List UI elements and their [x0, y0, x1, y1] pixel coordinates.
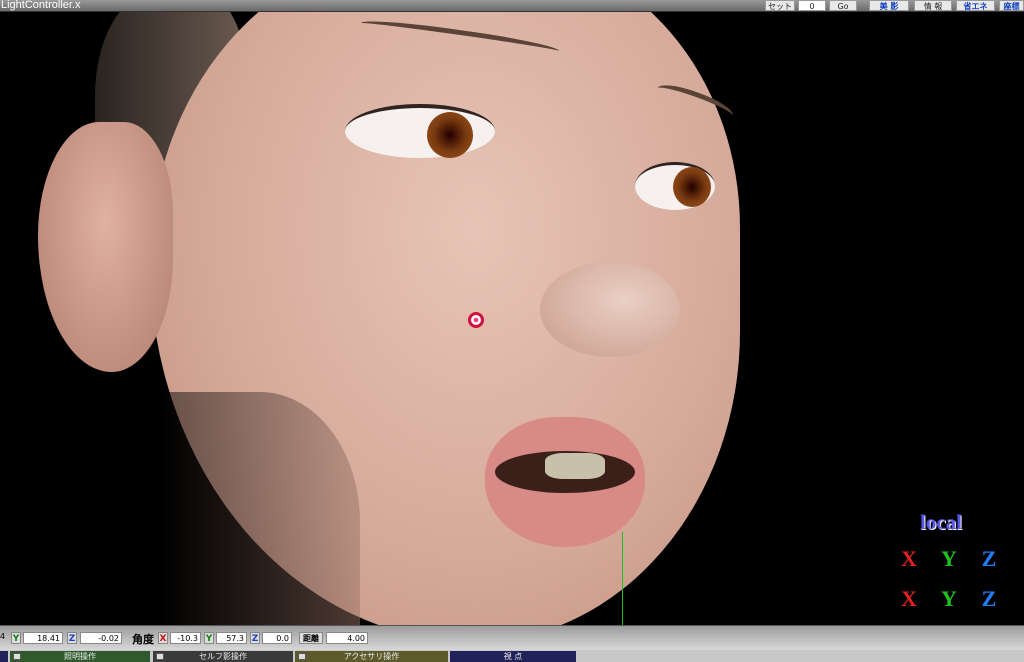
move-x-button[interactable]: X	[892, 585, 926, 613]
panel-tabs: 照明操作 セルフ影操作 アクセサリ操作 視 点	[0, 650, 1024, 662]
3d-viewport[interactable]: local X Y Z X Y Z	[0, 12, 1024, 625]
angle-x-input[interactable]: -10.3	[170, 632, 201, 644]
angle-x-label: X	[158, 632, 168, 644]
distance-input[interactable]: 4.00	[326, 632, 368, 644]
angle-z-input[interactable]: 0.0	[262, 632, 292, 644]
pos-z-label: Z	[67, 632, 77, 644]
window-title: LightController.x	[1, 0, 81, 11]
rotate-z-button[interactable]: Z	[972, 545, 1006, 573]
angle-z-label: Z	[250, 632, 260, 644]
pos-y-label: Y	[11, 632, 21, 644]
title-bar: LightController.x セット 0 Go 美 影 情 報 省エネ 座…	[0, 0, 1024, 12]
move-z-button[interactable]: Z	[972, 585, 1006, 613]
ear	[38, 122, 173, 372]
rotate-x-button[interactable]: X	[892, 545, 926, 573]
light-parameters-bar: 4 Y 18.41 Z -0.02 角度 X -10.3 Y 57.3 Z 0.…	[0, 625, 1024, 650]
lighting-panel-tab[interactable]: 照明操作	[10, 651, 150, 662]
nose	[540, 262, 680, 357]
bikage-button[interactable]: 美 影	[869, 0, 909, 11]
tab-label: 視 点	[503, 652, 523, 661]
self-shadow-panel-tab[interactable]: セルフ影操作	[153, 651, 293, 662]
local-mode-label[interactable]: local	[920, 510, 962, 535]
info-button[interactable]: 情 報	[914, 0, 952, 11]
minimize-icon[interactable]	[13, 653, 21, 660]
viewpoint-panel-tab[interactable]: 視 点	[450, 651, 576, 662]
panel-edge	[0, 651, 8, 662]
tab-label: 照明操作	[64, 652, 96, 661]
set-button[interactable]: セット	[765, 0, 795, 11]
rotate-y-button[interactable]: Y	[932, 545, 966, 573]
pos-y-input[interactable]: 18.41	[23, 632, 63, 644]
eco-button[interactable]: 省エネ	[956, 0, 995, 11]
minimize-icon[interactable]	[156, 653, 164, 660]
axis-line	[622, 532, 623, 625]
accessory-panel-tab[interactable]: アクセサリ操作	[295, 651, 448, 662]
light-target-marker[interactable]	[468, 312, 484, 328]
lips	[485, 417, 645, 547]
angle-label: 角度	[132, 633, 154, 646]
left-eye	[345, 104, 495, 158]
pos-z-input[interactable]: -0.02	[80, 632, 122, 644]
frame-input[interactable]: 0	[798, 0, 826, 11]
cut-number: 4	[0, 632, 6, 641]
angle-y-label: Y	[204, 632, 214, 644]
go-button[interactable]: Go	[829, 0, 857, 11]
coord-button[interactable]: 座標	[999, 0, 1024, 11]
angle-y-input[interactable]: 57.3	[216, 632, 247, 644]
distance-label: 距離	[299, 632, 323, 644]
minimize-icon[interactable]	[298, 653, 306, 660]
right-eye	[635, 162, 715, 210]
tab-label: セルフ影操作	[199, 652, 247, 661]
tab-label: アクセサリ操作	[343, 652, 400, 661]
move-y-button[interactable]: Y	[932, 585, 966, 613]
